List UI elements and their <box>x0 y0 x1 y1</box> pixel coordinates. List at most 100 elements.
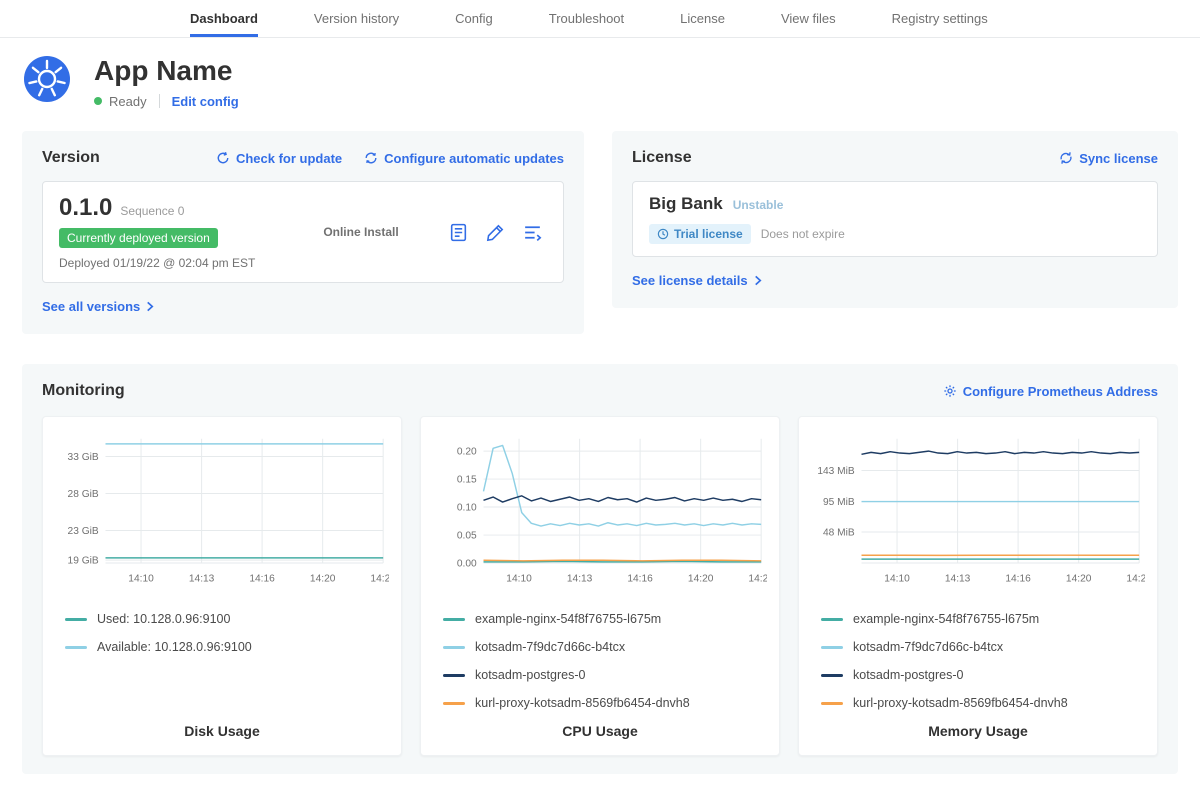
svg-text:14:20: 14:20 <box>310 573 336 584</box>
svg-text:143 MiB: 143 MiB <box>817 466 855 477</box>
svg-text:0.00: 0.00 <box>457 558 477 569</box>
disk-usage-chart: 14:1014:1314:1614:2014:2333 GiB28 GiB23 … <box>55 431 389 590</box>
app-title: App Name <box>94 55 239 87</box>
version-card: Version Check for update Configure au <box>22 131 584 334</box>
memory-usage-chart-card: 14:1014:1314:1614:2014:23143 MiB95 MiB48… <box>798 416 1158 756</box>
svg-text:23 GiB: 23 GiB <box>68 526 99 537</box>
svg-text:14:16: 14:16 <box>627 573 653 584</box>
series-swatch <box>821 674 843 677</box>
series-swatch <box>65 646 87 649</box>
release-notes-icon[interactable] <box>448 222 469 243</box>
svg-text:28 GiB: 28 GiB <box>68 489 99 500</box>
memory-usage-legend: example-nginx-54f8f76755-l675m kotsadm-7… <box>811 598 1145 710</box>
svg-text:14:10: 14:10 <box>506 573 532 584</box>
legend-item: kotsadm-7f9dc7d66c-b4tcx <box>821 640 1145 654</box>
monitoring-section: Monitoring Configure Prometheus Address … <box>22 364 1178 774</box>
app-header-text: App Name Ready Edit config <box>94 55 239 109</box>
svg-text:14:13: 14:13 <box>567 573 593 584</box>
chart-title: CPU Usage <box>433 711 767 739</box>
svg-text:0.15: 0.15 <box>457 474 477 485</box>
tab-config[interactable]: Config <box>455 0 493 37</box>
clock-icon <box>657 228 669 240</box>
series-swatch <box>443 702 465 705</box>
svg-text:19 GiB: 19 GiB <box>68 556 99 567</box>
series-swatch <box>443 618 465 621</box>
sync-icon <box>1059 151 1073 165</box>
sync-license-link[interactable]: Sync license <box>1059 151 1158 166</box>
disk-usage-legend: Used: 10.128.0.96:9100 Available: 10.128… <box>55 598 389 654</box>
deployed-badge: Currently deployed version <box>59 228 218 248</box>
legend-item: kurl-proxy-kotsadm-8569fb6454-dnvh8 <box>443 696 767 710</box>
series-swatch <box>443 674 465 677</box>
refresh-icon <box>216 151 230 165</box>
gear-icon <box>943 384 957 398</box>
current-version-box: 0.1.0 Sequence 0 Currently deployed vers… <box>42 181 564 283</box>
svg-text:14:10: 14:10 <box>128 573 154 584</box>
app-status-label: Ready <box>109 94 147 109</box>
divider <box>159 94 160 108</box>
svg-text:0.20: 0.20 <box>457 446 477 457</box>
tab-view-files[interactable]: View files <box>781 0 836 37</box>
cpu-usage-chart: 14:1014:1314:1614:2014:230.200.150.100.0… <box>433 431 767 590</box>
kots-admin-dashboard: Dashboard Version history Config Trouble… <box>0 0 1200 790</box>
legend-item: Used: 10.128.0.96:9100 <box>65 612 389 626</box>
legend-item: example-nginx-54f8f76755-l675m <box>821 612 1145 626</box>
trial-license-badge: Trial license <box>649 224 751 244</box>
svg-text:48 MiB: 48 MiB <box>823 527 855 538</box>
monitoring-title: Monitoring <box>42 382 125 400</box>
license-card: License Sync license Big Bank Unstable <box>612 131 1178 308</box>
license-box: Big Bank Unstable Trial license Does not… <box>632 181 1158 257</box>
top-nav: Dashboard Version history Config Trouble… <box>0 0 1200 38</box>
check-for-update-link[interactable]: Check for update <box>216 151 342 166</box>
series-swatch <box>821 618 843 621</box>
configure-prometheus-link[interactable]: Configure Prometheus Address <box>943 384 1158 399</box>
series-swatch <box>821 702 843 705</box>
legend-item: kotsadm-postgres-0 <box>443 668 767 682</box>
svg-text:95 MiB: 95 MiB <box>823 497 855 508</box>
status-dot <box>94 97 102 105</box>
svg-text:33 GiB: 33 GiB <box>68 452 99 463</box>
app-header: App Name Ready Edit config <box>0 38 1200 131</box>
svg-text:14:23: 14:23 <box>748 573 767 584</box>
svg-text:14:23: 14:23 <box>370 573 389 584</box>
disk-usage-chart-card: 14:1014:1314:1614:2014:2333 GiB28 GiB23 … <box>42 416 402 756</box>
legend-item: example-nginx-54f8f76755-l675m <box>443 612 767 626</box>
series-swatch <box>443 646 465 649</box>
deployed-timestamp: Deployed 01/19/22 @ 02:04 pm EST <box>59 256 274 270</box>
install-type-label: Online Install <box>274 225 448 239</box>
deploy-logs-icon[interactable] <box>522 222 543 243</box>
tab-troubleshoot[interactable]: Troubleshoot <box>549 0 624 37</box>
svg-text:14:13: 14:13 <box>945 573 971 584</box>
cpu-usage-legend: example-nginx-54f8f76755-l675m kotsadm-7… <box>433 598 767 710</box>
license-expiration: Does not expire <box>761 227 845 241</box>
charts-row: 14:10 14:13 14:16 14:20 14:23 33 GiB 28 GiB 23 … <box>42 416 1158 756</box>
tab-license[interactable]: License <box>680 0 725 37</box>
legend-item: kotsadm-7f9dc7d66c-b4tcx <box>443 640 767 654</box>
svg-text:14:13: 14:13 <box>189 573 215 584</box>
svg-text:14:16: 14:16 <box>1005 573 1031 584</box>
sequence-label: Sequence 0 <box>120 204 184 218</box>
nav-tabs: Dashboard Version history Config Trouble… <box>190 0 988 37</box>
see-all-versions-link[interactable]: See all versions <box>42 299 154 314</box>
kubernetes-logo-icon <box>22 54 72 109</box>
summary-cards-row: Version Check for update Configure au <box>0 131 1200 334</box>
svg-text:14:10: 14:10 <box>884 573 910 584</box>
tab-version-history[interactable]: Version history <box>314 0 399 37</box>
edit-version-config-icon[interactable] <box>485 222 506 243</box>
legend-item: kurl-proxy-kotsadm-8569fb6454-dnvh8 <box>821 696 1145 710</box>
configure-automatic-updates-link[interactable]: Configure automatic updates <box>364 151 564 166</box>
version-card-title: Version <box>42 149 100 167</box>
legend-item: kotsadm-postgres-0 <box>821 668 1145 682</box>
chart-title: Memory Usage <box>811 711 1145 739</box>
channel-label: Unstable <box>733 198 784 212</box>
tab-registry-settings[interactable]: Registry settings <box>892 0 988 37</box>
edit-config-link[interactable]: Edit config <box>172 94 239 109</box>
series-swatch <box>821 646 843 649</box>
chevron-right-icon <box>754 275 762 286</box>
app-status-row: Ready Edit config <box>94 94 239 109</box>
svg-text:0.10: 0.10 <box>457 502 477 513</box>
svg-text:0.05: 0.05 <box>457 530 477 541</box>
chart-title: Disk Usage <box>55 711 389 739</box>
tab-dashboard[interactable]: Dashboard <box>190 0 258 37</box>
see-license-details-link[interactable]: See license details <box>632 273 762 288</box>
